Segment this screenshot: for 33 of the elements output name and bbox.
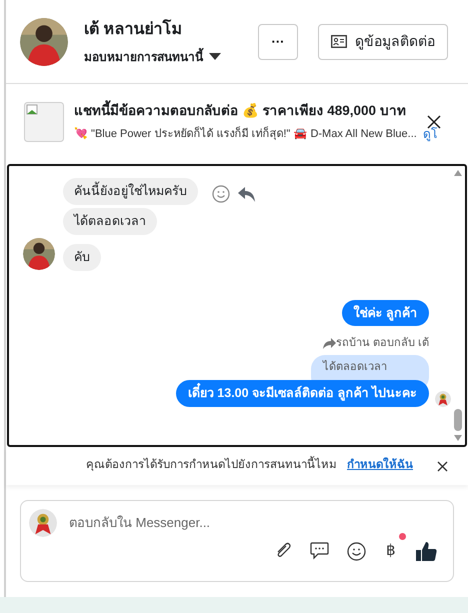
incoming-message: ได้ตลอดเวลา xyxy=(63,208,157,234)
scrollbar-thumb[interactable] xyxy=(454,409,462,431)
thumbs-up-icon[interactable] xyxy=(416,540,437,562)
contact-avatar xyxy=(20,18,68,66)
scroll-up-icon[interactable] xyxy=(454,170,462,176)
scroll-down-icon[interactable] xyxy=(454,435,462,441)
user-avatar xyxy=(435,391,451,407)
outgoing-message: ใช่ค่ะ ลูกค้า xyxy=(342,300,429,326)
banner-link[interactable]: ดูโ xyxy=(422,125,437,144)
incoming-message: คันนี้ยังอยู่ใช่ไหมครับ xyxy=(63,178,198,205)
contact-info-button[interactable]: ดูข้อมูลติดต่อ xyxy=(318,24,448,60)
outgoing-message: เดี๋ยว 13.00 จะมีเซลล์ติดต่อ ลูกค้า ไปนะคะ xyxy=(176,380,429,407)
user-avatar xyxy=(29,509,57,537)
payment-button[interactable]: ฿ xyxy=(384,543,398,558)
emoji-icon[interactable] xyxy=(347,542,366,560)
broken-image-icon xyxy=(24,102,64,142)
assign-me-link[interactable]: กำหนดให้ฉัน xyxy=(347,457,413,475)
assign-question: คุณต้องการได้รับการกำหนดไปยังการสนทนานี้ไหม xyxy=(86,457,337,475)
close-icon[interactable] xyxy=(437,460,448,472)
reply-icon[interactable] xyxy=(238,186,255,202)
close-icon[interactable] xyxy=(427,115,441,129)
caret-icon xyxy=(209,52,221,60)
chat-bubble-icon[interactable] xyxy=(310,542,329,560)
reply-note: รถบ้าน ตอบกลับ เต้ xyxy=(336,336,429,352)
more-button[interactable]: ··· xyxy=(258,24,298,60)
assign-dropdown[interactable]: มอบหมายการสนทนานี้ xyxy=(84,48,258,66)
banner-subtitle: 💘 "Blue Power ประหยัดก็ได้ แรงก็มี เท่ก็สุด!" 🚘 D-Max All New Blue... xyxy=(74,126,417,142)
banner-title: แชทนี้มีข้อความตอบกลับต่อ 💰 ราคาเพียง 489,000 บาท xyxy=(74,100,437,122)
contact-card-icon xyxy=(331,35,347,48)
contact-name: เต้ หลานย่าโม xyxy=(84,18,184,40)
message-input[interactable]: ตอบกลับใน Messenger... xyxy=(69,513,445,533)
reply-arrow-icon xyxy=(322,338,336,349)
incoming-message: คับ xyxy=(63,244,101,270)
